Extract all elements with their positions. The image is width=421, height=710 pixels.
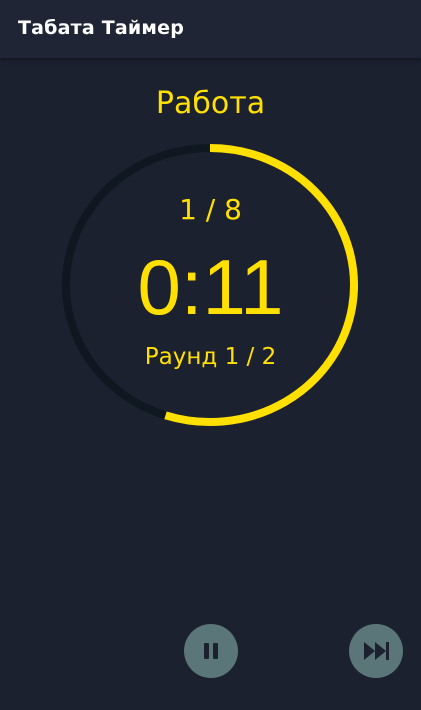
fast-forward-icon bbox=[364, 642, 389, 660]
skip-forward-button[interactable] bbox=[349, 624, 403, 678]
app-bar: Табата Таймер bbox=[0, 0, 421, 58]
pause-button[interactable] bbox=[184, 624, 238, 678]
tabata-timer-screen: Табата Таймер Работа 1 / 8 0:11 Раунд 1 … bbox=[0, 0, 421, 710]
round-counter: Раунд 1 / 2 bbox=[144, 344, 277, 370]
pause-icon bbox=[204, 643, 218, 659]
phase-label: Работа bbox=[155, 86, 266, 121]
time-display: 0:11 bbox=[137, 243, 284, 331]
set-counter: 1 / 8 bbox=[179, 193, 242, 226]
app-title: Табата Таймер bbox=[18, 17, 185, 39]
